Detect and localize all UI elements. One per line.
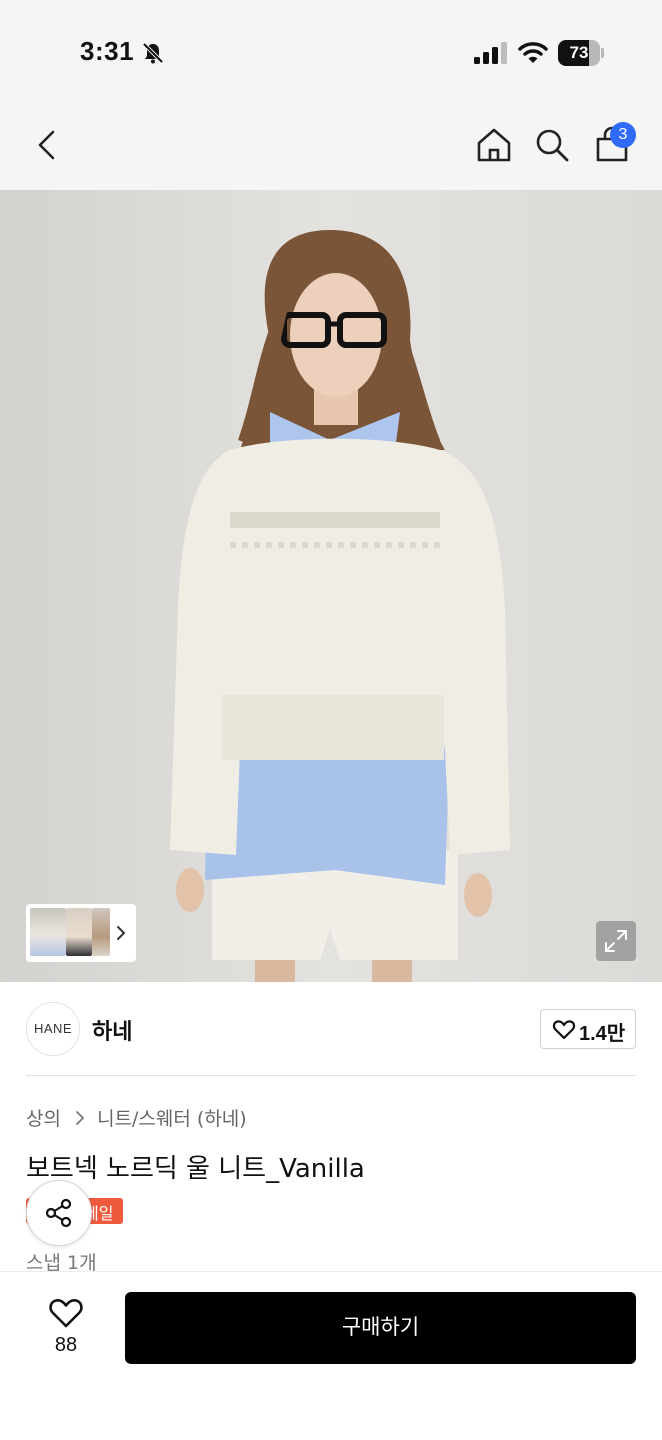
brand-name[interactable]: 하네 [92,1014,132,1046]
heart-icon [552,1020,576,1040]
status-time: 3:31 [80,36,135,66]
chevron-right-icon [117,926,125,940]
bell-muted-icon [142,42,164,64]
thumbnail-1[interactable] [30,908,66,956]
snap-count-text: 스냅 1개 [26,1252,97,1271]
top-nav-bar [0,100,662,190]
breadcrumb: 상의 니트/스웨터 (하네) [26,1104,247,1130]
brand-row: HANE 하네 1.4만 [0,982,662,1076]
search-icon[interactable] [532,124,572,166]
share-icon [45,1198,72,1228]
wifi-icon [518,42,548,63]
share-button[interactable] [26,1180,92,1246]
expand-image-button[interactable] [596,921,636,961]
brand-like-count: 1.4만 [579,1023,626,1045]
cellular-signal-icon [474,42,507,64]
brand-like-button[interactable]: 1.4만 [540,1009,636,1049]
wishlist-count: 88 [54,1334,78,1356]
battery-indicator: 73 [558,40,604,66]
cart-count-badge: 3 [610,122,636,148]
buy-button[interactable]: 구매하기 [125,1292,636,1364]
status-bar: 3:31 73 [0,0,662,100]
model-photo [0,190,662,982]
breadcrumb-subcategory[interactable]: 니트/스웨터 (하네) [97,1108,247,1130]
back-chevron-icon[interactable] [28,124,68,166]
thumbnail-3[interactable] [92,908,110,956]
brand-logo[interactable]: HANE [26,1002,80,1056]
chevron-right-icon [76,1110,84,1125]
breadcrumb-category[interactable]: 상의 [26,1108,61,1130]
divider [26,1075,636,1076]
thumbnail-2[interactable] [66,908,92,956]
product-image[interactable] [0,190,662,982]
product-title: 보트넥 노르딕 울 니트_Vanilla [26,1154,365,1184]
thumbnail-strip[interactable] [26,904,136,962]
home-icon[interactable] [474,124,514,166]
heart-icon[interactable] [48,1295,84,1329]
bottom-action-bar: 88 구매하기 [0,1271,662,1440]
battery-percent: 73 [569,43,589,62]
expand-icon [605,930,627,952]
